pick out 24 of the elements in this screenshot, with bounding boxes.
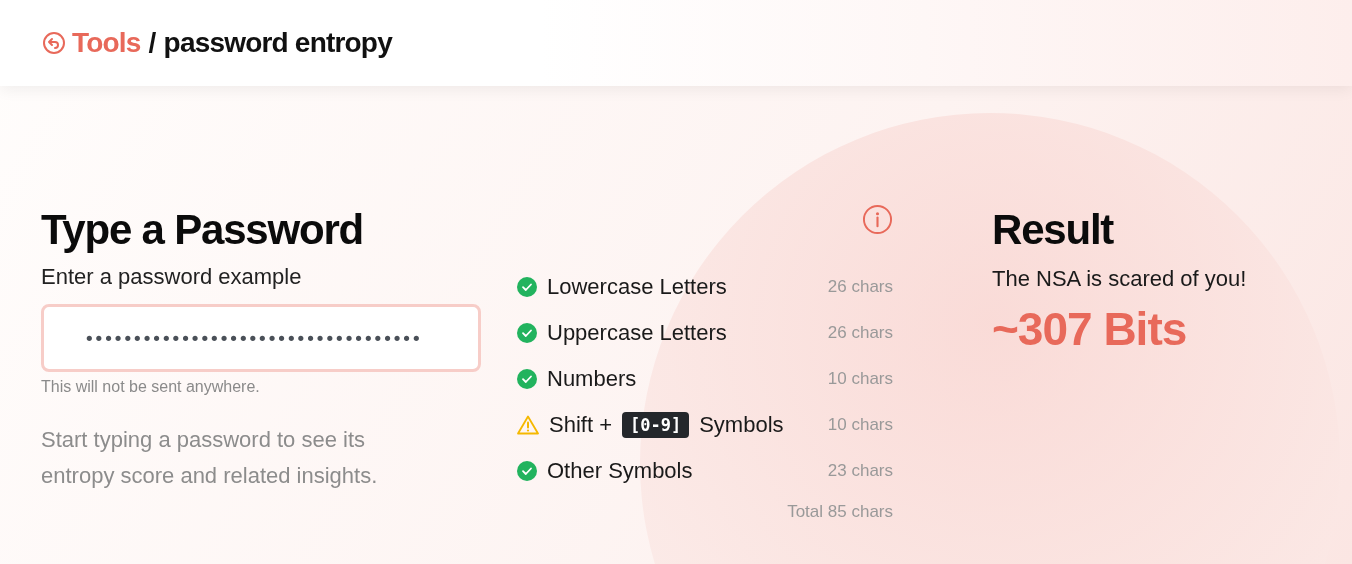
entropy-bits: ~307 Bits — [992, 302, 1188, 356]
field-hint: This will not be sent anywhere. — [41, 378, 261, 396]
char-count: 26 chars — [827, 277, 893, 297]
section-heading: Type a Password — [41, 206, 365, 254]
description-text: Start typing a password to see its entropy score and related insights. — [41, 426, 379, 490]
charset-label: Shift + — [549, 412, 612, 438]
char-count: 10 chars — [827, 415, 893, 435]
charset-label: Uppercase Letters — [547, 320, 727, 346]
info-icon[interactable] — [862, 204, 893, 235]
result-message: The NSA is scared of you! — [992, 266, 1247, 292]
char-count: 23 chars — [827, 461, 893, 481]
charset-label: Lowercase Letters — [547, 274, 727, 300]
field-label: Enter a password example — [41, 264, 303, 290]
charset-label: Numbers — [547, 366, 637, 392]
page-title: password entropy — [163, 27, 392, 59]
password-field[interactable]: ••••••••••••••••••••••••••••••••••• — [41, 304, 481, 372]
total-count: Total 85 chars — [786, 502, 893, 522]
char-count: 26 chars — [827, 323, 893, 343]
char-count: 10 chars — [827, 369, 893, 389]
key-badge: [0-9] — [622, 412, 690, 438]
breadcrumb-separator: / — [148, 27, 156, 59]
charset-label: Other Symbols — [547, 458, 693, 484]
result-heading: Result — [992, 206, 1115, 254]
charset-label: Symbols — [699, 412, 784, 438]
